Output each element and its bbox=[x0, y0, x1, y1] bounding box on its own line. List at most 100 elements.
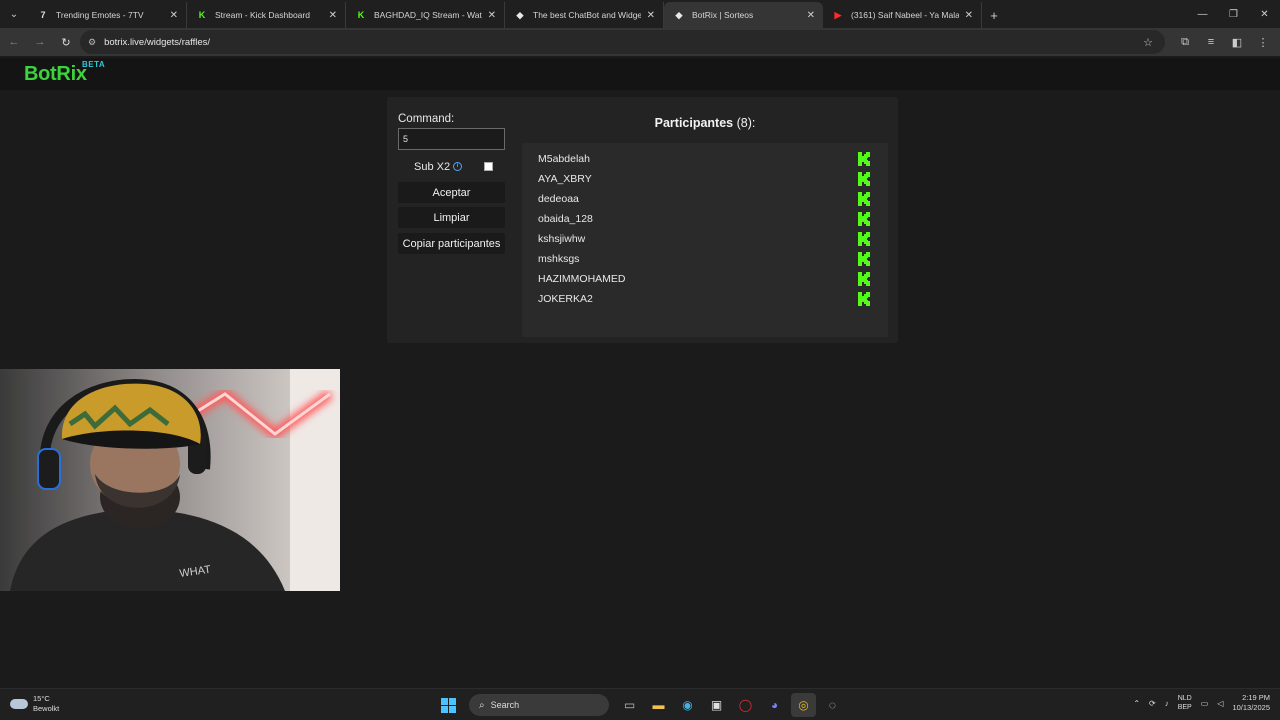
close-tab-icon[interactable]: ✕ bbox=[647, 10, 655, 21]
tab-title: The best ChatBot and Widgets bbox=[533, 10, 641, 20]
browser-tab[interactable]: K BAGHDAD_IQ Stream - Watch Live on Kick ✕ bbox=[346, 2, 505, 28]
window-controls: — ❐ ✕ bbox=[1187, 0, 1280, 28]
kick-icon bbox=[858, 152, 870, 166]
new-tab-button[interactable]: + bbox=[982, 2, 1006, 28]
kick-icon bbox=[858, 192, 870, 206]
weather-condition: Bewolkt bbox=[33, 704, 60, 713]
participants-list: M5abdelah AYA_XBRYdedeoaa obaida_128kshsji… bbox=[522, 143, 888, 337]
restore-icon[interactable]: ❐ bbox=[1218, 0, 1249, 28]
tab-search-button[interactable]: ⌄ bbox=[0, 0, 28, 28]
minimize-icon[interactable]: — bbox=[1187, 0, 1218, 28]
command-input[interactable] bbox=[398, 128, 505, 150]
windows-logo-icon bbox=[441, 697, 456, 713]
address-bar[interactable]: ⚙ botrix.live/widgets/raffles/ ☆ bbox=[80, 30, 1165, 54]
start-button[interactable] bbox=[436, 693, 461, 717]
browser-tab[interactable]: ◆ The best ChatBot and Widgets ✕ bbox=[505, 2, 664, 28]
browser-tab[interactable]: K Stream - Kick Dashboard ✕ bbox=[187, 2, 346, 28]
chevron-up-icon[interactable]: ⌃ bbox=[1133, 699, 1140, 708]
participant-name: dedeoaa bbox=[538, 193, 579, 205]
botrix-icon: ◆ bbox=[675, 9, 683, 20]
raffle-panel: Command: Sub X2 i Aceptar Limpiar Copiar… bbox=[387, 97, 898, 343]
taskbar-search[interactable]: ⌕ Search bbox=[469, 694, 609, 716]
tab-title: (3161) Saif Nabeel - Ya Malak bbox=[851, 10, 959, 20]
botrix-icon: ◆ bbox=[516, 9, 524, 20]
webcam-image: WHAT bbox=[0, 369, 340, 591]
sub-x2-checkbox[interactable] bbox=[484, 162, 493, 171]
participant-name: obaida_128 bbox=[538, 213, 593, 225]
participants-count: (8): bbox=[736, 116, 756, 130]
browser-tab[interactable]: ▶ (3161) Saif Nabeel - Ya Malak ✕ bbox=[823, 2, 982, 28]
discord-icon[interactable]: ◕ bbox=[762, 693, 787, 717]
participant-row: HAZIMMOHAMED bbox=[522, 269, 888, 289]
profile-icon[interactable]: ◧ bbox=[1224, 30, 1250, 54]
participant-name: HAZIMMOHAMED bbox=[538, 273, 626, 285]
sync-icon[interactable]: ⟳ bbox=[1149, 699, 1156, 708]
close-tab-icon[interactable]: ✕ bbox=[488, 10, 496, 21]
file-explorer-icon[interactable]: ▬ bbox=[646, 693, 671, 717]
task-view-icon[interactable]: ▭ bbox=[617, 693, 642, 717]
participant-name: M5abdelah bbox=[538, 153, 590, 165]
browser-tab-strip: ⌄ 7 Trending Emotes - 7TV ✕ K Stream - Kick … bbox=[0, 0, 1280, 28]
language-code: NLD bbox=[1177, 695, 1192, 702]
media-control-icon[interactable]: ≡ bbox=[1198, 30, 1224, 54]
tab-title: Stream - Kick Dashboard bbox=[215, 10, 310, 20]
forward-icon[interactable]: → bbox=[28, 30, 52, 54]
accept-button[interactable]: Aceptar bbox=[398, 182, 505, 203]
close-tab-icon[interactable]: ✕ bbox=[965, 10, 973, 21]
participant-row: dedeoaa bbox=[522, 189, 888, 209]
site-header: BotRix BETA bbox=[0, 58, 1280, 90]
7tv-icon: 7 bbox=[40, 10, 46, 20]
kick-icon bbox=[858, 272, 870, 286]
close-tab-icon[interactable]: ✕ bbox=[170, 10, 178, 21]
menu-kebab-icon[interactable]: ⋮ bbox=[1250, 30, 1276, 54]
site-info-icon[interactable]: ⚙ bbox=[88, 37, 96, 48]
clock-date: 10/13/2025 bbox=[1232, 703, 1270, 712]
copy-participants-button[interactable]: Copiar participantes bbox=[398, 233, 505, 254]
participant-name: AYA_XBRY bbox=[538, 173, 592, 185]
clock[interactable]: 2:19 PM 10/13/2025 bbox=[1232, 693, 1270, 713]
opera-icon[interactable]: ◯ bbox=[733, 693, 758, 717]
logo-text: BotRix bbox=[24, 63, 87, 85]
kick-icon bbox=[858, 232, 870, 246]
language-indicator[interactable]: NLD BEP bbox=[1178, 694, 1192, 712]
bookmark-star-icon[interactable]: ☆ bbox=[1143, 36, 1153, 49]
participants-title: Participantes bbox=[654, 116, 734, 130]
system-tray: ⌃ ⟳ ♪ NLD BEP ▭ ◁ 2:19 PM 10/13/2025 bbox=[1124, 693, 1270, 713]
close-tab-icon[interactable]: ✕ bbox=[329, 10, 337, 21]
browser-toolbar: ← → ↻ ⚙ botrix.live/widgets/raffles/ ☆ ⧉… bbox=[0, 28, 1280, 56]
url-text: botrix.live/widgets/raffles/ bbox=[104, 36, 211, 48]
obs-icon[interactable]: ◌ bbox=[820, 693, 845, 717]
back-icon[interactable]: ← bbox=[2, 30, 26, 54]
search-icon: ⌕ bbox=[479, 699, 485, 711]
participant-row: M5abdelah bbox=[522, 149, 888, 169]
info-icon[interactable]: i bbox=[453, 162, 462, 171]
sub-x2-row: Sub X2 i bbox=[398, 159, 505, 175]
close-window-icon[interactable]: ✕ bbox=[1249, 0, 1280, 28]
kick-icon: K bbox=[198, 10, 206, 20]
clear-button[interactable]: Limpiar bbox=[398, 207, 505, 228]
cloud-icon bbox=[10, 699, 28, 709]
microphone-icon[interactable]: ♪ bbox=[1165, 699, 1169, 708]
participant-name: kshsjiwhw bbox=[538, 233, 586, 245]
tab-title: Trending Emotes - 7TV bbox=[56, 10, 144, 20]
extensions-icon[interactable]: ⧉ bbox=[1172, 30, 1198, 54]
close-tab-icon[interactable]: ✕ bbox=[807, 10, 815, 21]
botrix-logo[interactable]: BotRix BETA bbox=[24, 60, 105, 86]
sub-x2-label: Sub X2 bbox=[414, 161, 451, 173]
kick-icon bbox=[858, 252, 870, 266]
store-icon[interactable]: ▣ bbox=[704, 693, 729, 717]
network-icon[interactable]: ▭ bbox=[1201, 699, 1209, 708]
weather-widget[interactable]: 15°C Bewolkt bbox=[10, 694, 59, 714]
clock-time: 2:19 PM bbox=[1242, 693, 1270, 702]
reload-icon[interactable]: ↻ bbox=[54, 30, 78, 54]
participant-row: JOKERKA2 bbox=[522, 289, 888, 309]
windows-taskbar: 15°C Bewolkt ⌕ Search ▭ ▬ ◉ ▣ ◯ ◕ ◎ ◌ ⌃ … bbox=[0, 688, 1280, 720]
chrome-icon[interactable]: ◎ bbox=[791, 693, 816, 717]
participant-row: AYA_XBRY bbox=[522, 169, 888, 189]
volume-icon[interactable]: ◁ bbox=[1217, 699, 1223, 708]
participant-row: kshsjiwhw bbox=[522, 229, 888, 249]
browser-tab[interactable]: 7 Trending Emotes - 7TV ✕ bbox=[28, 2, 187, 28]
temperature: 15°C bbox=[33, 694, 50, 703]
browser-tab[interactable]: ◆ BotRix | Sorteos ✕ bbox=[664, 2, 823, 28]
edge-icon[interactable]: ◉ bbox=[675, 693, 700, 717]
